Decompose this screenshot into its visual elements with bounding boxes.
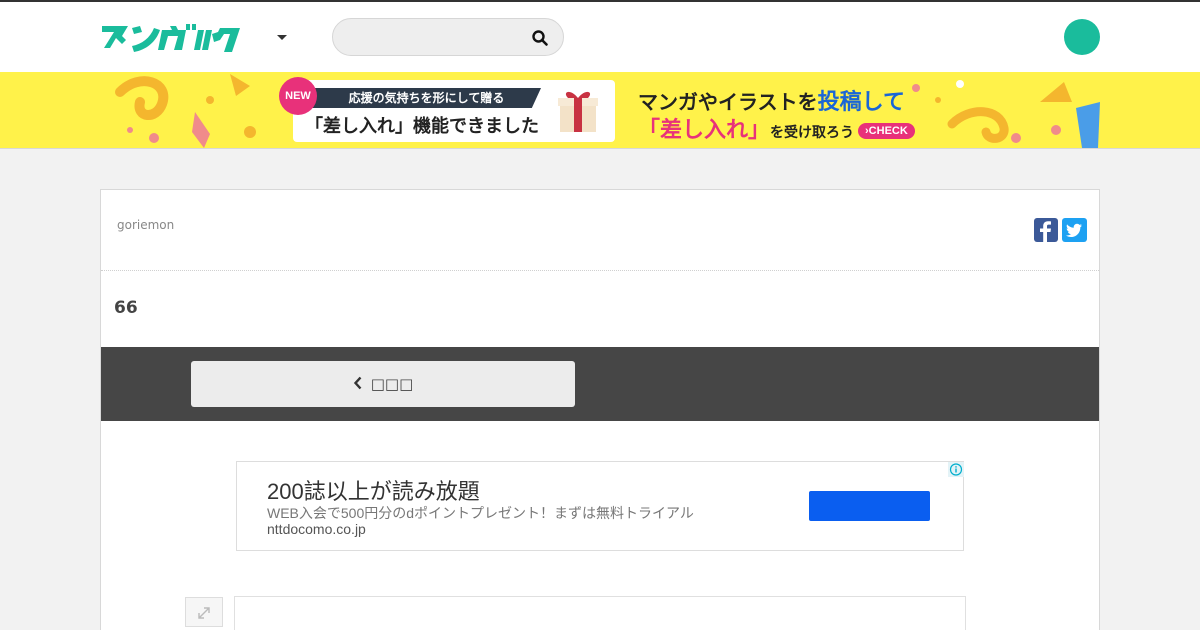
new-badge: NEW [279,77,317,115]
ad-description: WEB入会で500円分のdポイントプレゼント！まずは無料トライアル [267,505,694,521]
banner-right-line2-highlight: 「差し入れ」 [638,117,771,142]
promo-banner[interactable]: 応援の気持ちを形にして贈る NEW 「差し入れ」機能できました マンガやイラスト… [100,72,1100,148]
ad-unit: 200誌以上が読み放題 WEB入会で500円分のdポイントプレゼント！まずは無料… [236,461,964,551]
ad-url[interactable]: nttdocomo.co.jp [267,521,366,537]
author-name[interactable]: goriemon [117,218,174,232]
caret-down-icon[interactable] [272,30,292,46]
check-button[interactable]: ›CHECK [858,123,915,139]
info-icon[interactable] [948,462,964,477]
ad-cta-button[interactable] [809,491,930,521]
previous-episode-button[interactable]: □□□ [191,361,575,407]
banner-right-line2-text: を受け取ろう [770,124,855,140]
post-title: 66 [114,298,138,318]
user-avatar[interactable] [1064,19,1100,55]
manga-viewer[interactable] [234,596,966,630]
promo-banner-band: 応援の気持ちを形にして贈る NEW 「差し入れ」機能できました マンガやイラスト… [0,72,1200,149]
episode-nav-bar: □□□ [101,347,1099,421]
twitter-icon[interactable] [1062,218,1087,242]
banner-right-line1-text: マンガやイラストを [638,92,818,114]
search-box [332,18,564,56]
site-logo[interactable] [100,20,242,54]
banner-subtitle: 応援の気持ちを形にして贈る [312,88,541,108]
previous-episode-label: □□□ [370,375,414,393]
banner-right-line1-highlight: 投稿して [817,89,905,114]
search-input[interactable] [347,27,517,47]
site-header [0,2,1200,72]
ad-title[interactable]: 200誌以上が読み放題 [267,474,480,506]
post-card: goriemon 66 □□□ 200誌以上が読み放題 WEB入会で500円分の… [100,189,1100,630]
banner-headline: 「差し入れ」機能できました [305,116,539,136]
gift-icon [556,86,600,134]
search-icon[interactable] [531,29,549,47]
banner-right-line2: 「差し入れ」を受け取ろう ›CHECK [638,112,915,144]
expand-icon[interactable] [185,597,223,627]
chevron-left-icon [353,362,363,390]
facebook-icon[interactable] [1034,218,1058,242]
divider [101,270,1099,271]
